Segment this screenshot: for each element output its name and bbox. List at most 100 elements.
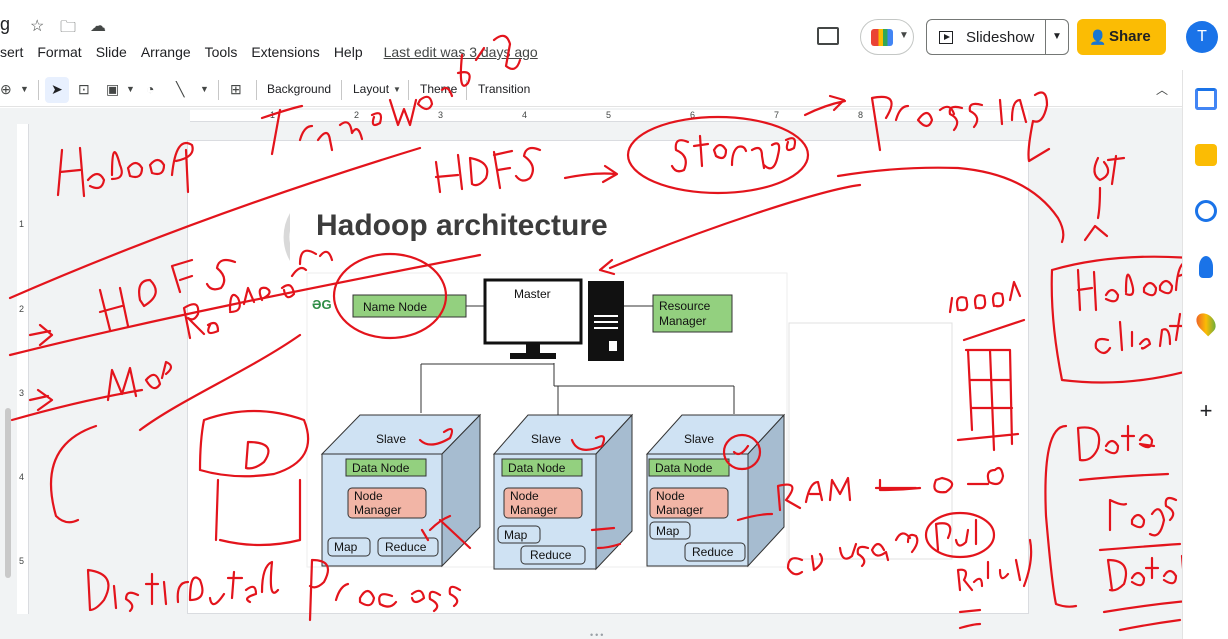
map-label: Map bbox=[504, 528, 528, 542]
divider bbox=[218, 80, 219, 100]
ruler-number: 5 bbox=[606, 110, 612, 120]
horizontal-ruler[interactable]: 1 2 3 4 5 6 7 8 bbox=[190, 110, 1028, 122]
name-node-label: Name Node bbox=[363, 300, 427, 314]
plus-icon[interactable]: + bbox=[1195, 400, 1217, 422]
chevron-down-icon[interactable]: ▼ bbox=[200, 84, 209, 94]
reduce-label: Reduce bbox=[530, 548, 572, 562]
chevron-down-icon: ▼ bbox=[899, 30, 909, 41]
ruler-number: 8 bbox=[858, 110, 864, 120]
ruler-number: 4 bbox=[522, 110, 528, 120]
resource-manager-label: Manager bbox=[659, 314, 706, 328]
avatar[interactable]: T bbox=[1186, 21, 1218, 53]
star-icon[interactable]: ☆ bbox=[30, 16, 44, 36]
data-node-label: Data Node bbox=[655, 461, 713, 475]
node-manager-label: Node bbox=[354, 489, 383, 503]
monitor-base bbox=[510, 353, 556, 359]
last-edit-link[interactable]: Last edit was 3 days ago bbox=[384, 44, 538, 64]
slave-label: Slave bbox=[531, 432, 561, 446]
line-icon[interactable]: ╲ bbox=[176, 81, 184, 98]
cursor-icon: ➤ bbox=[51, 81, 63, 97]
ruler-number: 2 bbox=[354, 110, 360, 120]
comment-icon[interactable] bbox=[817, 27, 839, 45]
keep-icon[interactable] bbox=[1195, 144, 1217, 166]
slideshow-label: Slideshow bbox=[966, 29, 1035, 46]
add-comment-icon[interactable]: ⊞ bbox=[230, 81, 242, 98]
present-icon bbox=[939, 31, 953, 44]
ruler-number: 6 bbox=[690, 110, 696, 120]
ruler-number: 2 bbox=[19, 304, 25, 314]
slave-label: Slave bbox=[376, 432, 406, 446]
zoom-icon[interactable]: ⊕ bbox=[0, 81, 12, 98]
shape-icon[interactable]: ◔ bbox=[146, 81, 154, 97]
ruler-number: 1 bbox=[270, 110, 276, 120]
slide-canvas[interactable]: Hadoop architecture ƏG Name Node Master … bbox=[188, 141, 1028, 613]
meet-icon bbox=[871, 29, 893, 46]
background-button[interactable]: Background bbox=[267, 82, 331, 96]
menu-insert[interactable]: sert bbox=[0, 44, 23, 64]
tasks-icon[interactable] bbox=[1195, 200, 1217, 222]
node-manager-label: Manager bbox=[656, 503, 703, 517]
divider bbox=[341, 80, 342, 100]
image-icon[interactable]: ▣ bbox=[106, 81, 119, 98]
node-manager-label: Node bbox=[656, 489, 685, 503]
menu-extensions[interactable]: Extensions bbox=[251, 44, 319, 64]
chevron-down-icon[interactable]: ▼ bbox=[1052, 31, 1062, 42]
slide-title[interactable]: Hadoop architecture bbox=[316, 209, 608, 242]
share-button[interactable]: 👤 Share bbox=[1077, 19, 1166, 55]
ruler-number: 7 bbox=[774, 110, 780, 120]
divider bbox=[466, 80, 467, 100]
ruler-number: 3 bbox=[438, 110, 444, 120]
toolbar: ⊕ ▼ ➤ ⊡ ▣ ▼ ◔ ╲ ▼ ⊞ Background Layout ▼ … bbox=[0, 73, 1182, 107]
ruler-number: 5 bbox=[19, 556, 25, 566]
divider bbox=[38, 80, 39, 100]
ruler-number: 1 bbox=[19, 219, 25, 229]
menu-tools[interactable]: Tools bbox=[205, 44, 238, 64]
calendar-icon[interactable] bbox=[1195, 88, 1217, 110]
slave-label: Slave bbox=[684, 432, 714, 446]
cloud-icon[interactable]: ☁ bbox=[90, 16, 106, 36]
tower-detail bbox=[594, 315, 618, 317]
tower-detail bbox=[594, 321, 618, 323]
node-manager-label: Node bbox=[510, 489, 539, 503]
share-label: Share bbox=[1109, 28, 1151, 45]
transition-button[interactable]: Transition bbox=[478, 82, 530, 96]
folder-icon[interactable]: 🗀 bbox=[60, 16, 76, 43]
vertical-scrollbar[interactable] bbox=[5, 408, 11, 578]
ruler-number: 3 bbox=[19, 388, 25, 398]
tower-detail bbox=[609, 341, 617, 351]
menu-help[interactable]: Help bbox=[334, 44, 363, 64]
resource-manager-label: Resource bbox=[659, 299, 711, 313]
contacts-icon[interactable] bbox=[1199, 256, 1213, 278]
data-node-label: Data Node bbox=[352, 461, 410, 475]
menu-slide[interactable]: Slide bbox=[96, 44, 127, 64]
document-title[interactable]: g bbox=[0, 14, 10, 35]
node-manager-label: Manager bbox=[510, 503, 557, 517]
textbox-icon[interactable]: ⊡ bbox=[78, 81, 90, 98]
chevron-down-icon[interactable]: ▼ bbox=[126, 84, 135, 94]
share-person-icon: 👤 bbox=[1089, 29, 1107, 45]
shape-frame bbox=[788, 322, 953, 560]
resize-handle[interactable]: ••• bbox=[590, 630, 605, 639]
chevron-up-icon[interactable]: ︿ bbox=[1156, 81, 1168, 98]
layout-button[interactable]: Layout bbox=[353, 82, 389, 96]
reduce-label: Reduce bbox=[385, 540, 427, 554]
side-panel: + bbox=[1182, 70, 1228, 639]
tower-detail bbox=[594, 327, 618, 329]
reduce-label: Reduce bbox=[692, 545, 734, 559]
slideshow-button[interactable]: Slideshow ▼ bbox=[926, 19, 1069, 55]
menu-format[interactable]: Format bbox=[37, 44, 81, 64]
node-manager-label: Manager bbox=[354, 503, 401, 517]
master-label: Master bbox=[514, 287, 551, 301]
data-node-label: Data Node bbox=[508, 461, 566, 475]
slave-node-2: Slave Data Node Node Manager Map Reduce bbox=[492, 413, 634, 571]
vertical-ruler[interactable]: 1 2 3 4 5 bbox=[17, 124, 29, 614]
chevron-down-icon[interactable]: ▼ bbox=[20, 84, 29, 94]
maps-icon[interactable] bbox=[1192, 309, 1220, 337]
map-label: Map bbox=[334, 540, 358, 554]
slave-node-1: Slave Data Node Node Manager Map Reduce bbox=[320, 413, 482, 568]
meet-button[interactable]: ▼ bbox=[860, 19, 914, 55]
theme-button[interactable]: Theme bbox=[420, 82, 457, 96]
monitor-stand bbox=[526, 343, 540, 353]
menu-arrange[interactable]: Arrange bbox=[141, 44, 191, 64]
map-label: Map bbox=[656, 524, 680, 538]
